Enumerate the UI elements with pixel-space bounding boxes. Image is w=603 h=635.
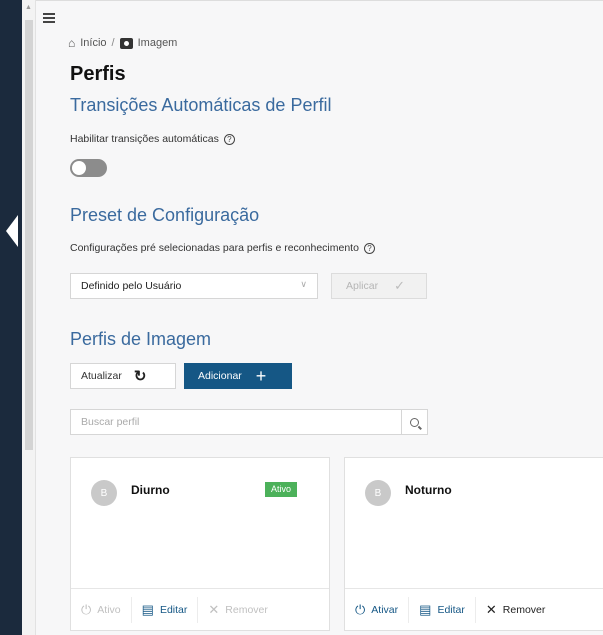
camera-icon <box>119 37 133 49</box>
profile-avatar: B <box>365 480 391 506</box>
refresh-label: Atualizar <box>81 370 122 382</box>
remove-label: Remover <box>225 603 268 616</box>
close-icon: ✕ <box>208 601 220 617</box>
search-input[interactable] <box>71 410 401 434</box>
preset-selected-value: Definido pelo Usuário <box>81 280 182 292</box>
auto-transitions-heading: Transições Automáticas de Perfil <box>70 95 332 115</box>
check-icon: ✓ <box>394 278 406 293</box>
profile-card-noturno: B Noturno ⏻ Ativar ▤ Editar ✕ Remover <box>344 457 603 631</box>
profile-card-diurno: B Diurno Ativo ⏻ Ativo ▤ Editar ✕ Remove… <box>70 457 330 631</box>
menu-icon[interactable] <box>43 13 55 23</box>
profile-name: Noturno <box>405 483 452 497</box>
profile-actions: ⏻ Ativar ▤ Editar ✕ Remover <box>345 588 603 630</box>
home-icon[interactable]: ⌂ <box>68 36 75 50</box>
add-profile-button[interactable]: Adicionar + <box>184 363 292 389</box>
main-content: ⌂ Início / Imagem Perfis Transições Auto… <box>36 0 603 635</box>
edit-icon: ▤ <box>419 601 432 617</box>
power-icon: ⏻ <box>355 601 366 617</box>
collapsed-side-panel <box>0 0 22 635</box>
plus-icon: + <box>255 366 267 386</box>
profile-actions: ⏻ Ativo ▤ Editar ✕ Remover <box>71 588 329 630</box>
edit-button[interactable]: ▤ Editar <box>132 596 199 623</box>
refresh-button[interactable]: Atualizar ↻ <box>70 363 176 389</box>
scroll-up-arrow-icon[interactable]: ▲ <box>25 4 32 11</box>
scrollbar-thumb[interactable] <box>25 20 33 450</box>
help-icon[interactable]: ? <box>363 242 375 254</box>
remove-label: Remover <box>502 603 546 616</box>
activate-button[interactable]: ⏻ Ativo <box>71 596 132 623</box>
image-profiles-heading: Perfis de Imagem <box>70 329 212 349</box>
enable-transitions-label: Habilitar transições automáticas ? <box>70 133 235 145</box>
edit-icon: ▤ <box>141 601 154 617</box>
breadcrumb-current: Imagem <box>137 37 178 49</box>
collapse-panel-handle[interactable] <box>6 215 18 247</box>
toggle-knob <box>72 161 86 175</box>
breadcrumb: ⌂ Início / Imagem <box>68 36 177 50</box>
preset-description-text: Configurações pré selecionadas para perf… <box>70 242 359 254</box>
profile-search <box>70 409 428 435</box>
add-label: Adicionar <box>198 370 242 382</box>
apply-button[interactable]: Aplicar ✓ <box>331 273 427 299</box>
activate-label: Ativo <box>97 603 121 616</box>
active-badge: Ativo <box>265 482 298 497</box>
help-icon[interactable]: ? <box>223 133 235 145</box>
enable-transitions-text: Habilitar transições automáticas <box>70 133 219 145</box>
breadcrumb-home[interactable]: Início <box>80 37 106 49</box>
profile-avatar: B <box>91 480 117 506</box>
edit-label: Editar <box>159 603 188 616</box>
preset-description-label: Configurações pré selecionadas para perf… <box>70 242 375 254</box>
search-icon <box>410 417 419 427</box>
preset-heading: Preset de Configuração <box>70 205 260 225</box>
apply-label: Aplicar <box>346 280 379 292</box>
remove-button[interactable]: ✕ Remover <box>198 597 278 623</box>
preset-select[interactable]: Definido pelo Usuário ∨ <box>70 273 318 299</box>
scrollbar[interactable]: ▲ <box>22 0 36 635</box>
close-icon: ✕ <box>485 601 497 617</box>
activate-button[interactable]: ⏻ Ativar <box>345 596 410 623</box>
refresh-icon: ↻ <box>133 368 147 385</box>
edit-label: Editar <box>437 603 465 616</box>
profile-name: Diurno <box>131 483 170 497</box>
power-icon: ⏻ <box>81 601 92 617</box>
auto-transitions-toggle[interactable] <box>70 159 107 177</box>
search-button[interactable] <box>401 410 427 434</box>
remove-button[interactable]: ✕ Remover <box>476 597 556 623</box>
edit-button[interactable]: ▤ Editar <box>409 596 476 623</box>
chevron-down-icon: ∨ <box>300 279 307 289</box>
activate-label: Ativar <box>371 603 399 616</box>
page-title: Perfis <box>70 63 126 85</box>
breadcrumb-separator: / <box>111 37 115 49</box>
